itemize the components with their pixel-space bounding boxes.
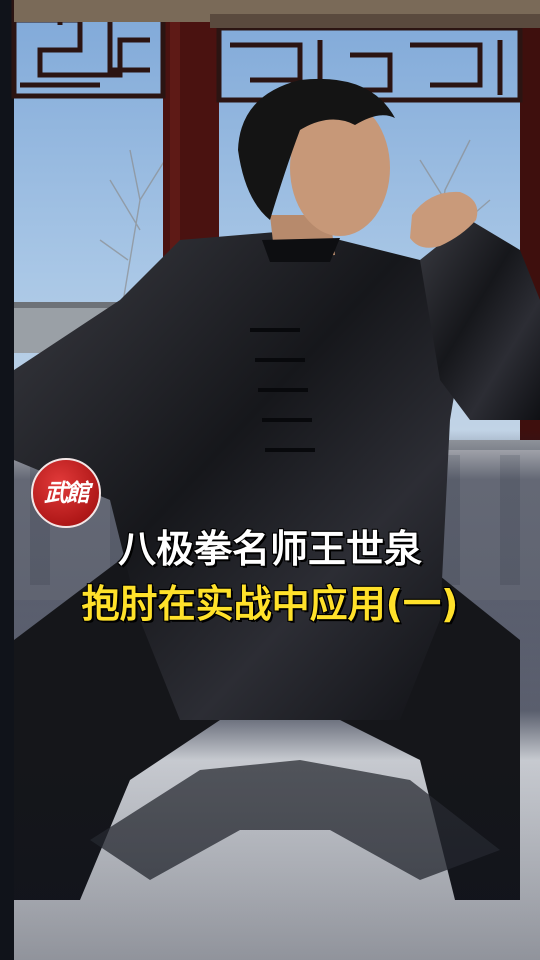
channel-logo-badge: 武館 [31,458,101,528]
logo-text: 武館 [44,478,90,507]
frame-edge-left [0,0,14,960]
caption-line-2: 抱肘在实战中应用(一) [81,582,460,626]
caption-line-1: 八极拳名师王世泉 [117,527,423,571]
